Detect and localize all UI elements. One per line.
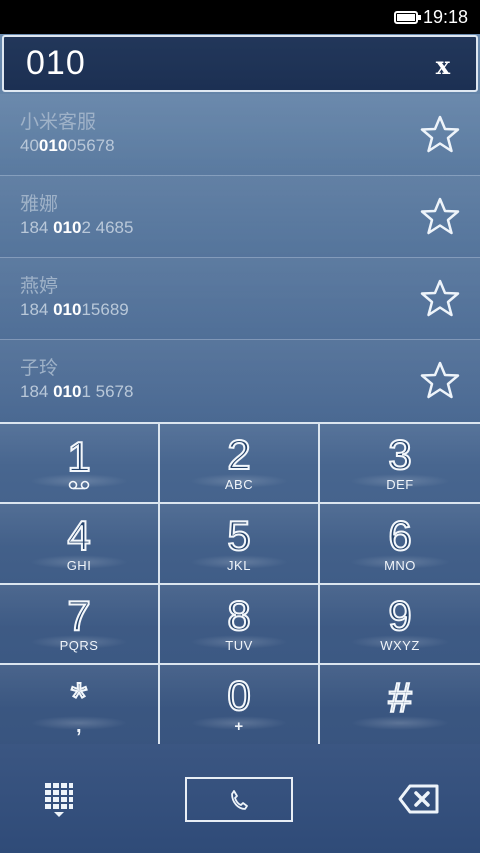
- backspace-icon[interactable]: [398, 784, 440, 814]
- contact-name: 小米客服: [20, 111, 97, 133]
- key-digit: 6: [387, 511, 412, 559]
- key-9[interactable]: 9 WXYZ: [320, 585, 480, 665]
- key-5[interactable]: 5 JKL: [160, 504, 320, 585]
- dialed-number: 010: [26, 44, 86, 82]
- key-0[interactable]: 0 +: [160, 665, 320, 746]
- key-digit: 7: [66, 592, 91, 639]
- key-8[interactable]: 8 TUV: [160, 585, 320, 665]
- dialer-action-bar: [0, 744, 480, 853]
- contact-row[interactable]: 雅娜 184 0102 4685: [0, 176, 480, 258]
- dial-keypad: 1 2 ABC 3 DEF 4 GHI 5 JKL 6 MNO 7 PQRS 8…: [0, 422, 480, 746]
- key-6[interactable]: 6 MNO: [320, 504, 480, 585]
- contact-phone: 184 0101 5678: [20, 382, 134, 401]
- key-digit: 5: [226, 511, 251, 559]
- key-star[interactable]: * ,: [0, 665, 160, 746]
- contact-name: 燕婷: [20, 275, 59, 297]
- call-button[interactable]: [185, 777, 293, 822]
- key-7[interactable]: 7 PQRS: [0, 585, 160, 665]
- key-2[interactable]: 2 ABC: [160, 424, 320, 504]
- key-digit: 4: [66, 511, 91, 559]
- star-icon[interactable]: [420, 360, 460, 400]
- key-digit: 1: [66, 433, 91, 480]
- contact-phone: 4001005678: [20, 136, 115, 155]
- clear-input-button[interactable]: x: [436, 51, 450, 80]
- contact-name: 子玲: [20, 357, 59, 379]
- contact-phone: 184 01015689: [20, 300, 129, 319]
- contact-row[interactable]: 小米客服 4001005678: [0, 94, 480, 176]
- dialpad-icon[interactable]: [44, 782, 74, 818]
- star-icon[interactable]: [420, 278, 460, 318]
- battery-icon: [393, 10, 421, 24]
- contact-match-list: 小米客服 4001005678 雅娜 184 0102 4685 燕婷 184 …: [0, 94, 480, 422]
- star-icon[interactable]: [420, 114, 460, 154]
- key-digit: #: [387, 674, 412, 721]
- key-digit: *: [70, 674, 88, 721]
- number-input-field[interactable]: 010 x: [2, 35, 478, 92]
- status-bar: 19:18: [0, 0, 480, 34]
- contact-row[interactable]: 子玲 184 0101 5678: [0, 340, 480, 422]
- status-time: 19:18: [422, 6, 468, 27]
- key-hash[interactable]: #: [320, 665, 480, 746]
- key-digit: 8: [226, 592, 251, 639]
- key-digit: 3: [387, 431, 412, 478]
- contact-row[interactable]: 燕婷 184 01015689: [0, 258, 480, 340]
- contact-phone: 184 0102 4685: [20, 218, 134, 237]
- key-1[interactable]: 1: [0, 424, 160, 504]
- phone-icon: [231, 789, 248, 810]
- key-4[interactable]: 4 GHI: [0, 504, 160, 585]
- key-3[interactable]: 3 DEF: [320, 424, 480, 504]
- key-digit: 9: [387, 592, 412, 639]
- star-icon[interactable]: [420, 196, 460, 236]
- key-digit: 0: [226, 671, 251, 719]
- key-digit: 2: [226, 431, 251, 478]
- contact-name: 雅娜: [20, 193, 59, 215]
